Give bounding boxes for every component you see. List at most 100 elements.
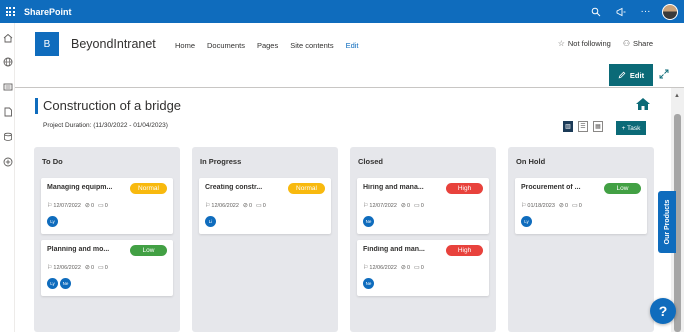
task-title[interactable]: Hiring and mana... [363,184,443,191]
site-logo[interactable]: B [35,32,59,56]
task-card[interactable]: Managing equipm... Normal ⚐12/07/2022 ⊘0… [41,178,173,234]
edit-page-button[interactable]: Edit [609,64,653,86]
assignees: Ly [47,216,58,227]
task-title[interactable]: Managing equipm... [47,184,127,191]
comment-icon: ▭ [256,203,262,209]
task-meta: ⚐01/18/2023 ⊘0 ▭0 [521,202,582,209]
home-icon[interactable] [2,32,13,43]
our-products-tab[interactable]: Our Products [658,191,676,253]
attachment-count: 0 [406,203,411,209]
app-name[interactable]: SharePoint [24,7,72,17]
share-icon: ⚇ [622,39,630,48]
task-title[interactable]: Planning and mo... [47,246,127,253]
add-task-button[interactable]: + Task [616,121,646,135]
nav-home[interactable]: Home [175,41,195,50]
priority-badge: Normal [288,183,325,194]
view-switcher: ▥ ☰ ▦ [563,121,603,132]
assignees: Li [205,216,216,227]
task-date: 12/06/2022 [369,265,397,271]
attachment-count: 0 [406,265,411,271]
column-in-progress: In Progress Creating constr... Normal ⚐1… [192,147,338,332]
attachment-count: 0 [564,203,569,209]
waffle-icon[interactable] [0,0,20,23]
board-view-icon[interactable]: ▥ [563,121,573,132]
priority-badge: Low [604,183,641,194]
calendar-view-icon[interactable]: ▦ [593,121,603,132]
task-card[interactable]: Hiring and mana... High ⚐12/07/2022 ⊘0 ▭… [357,178,489,234]
task-card[interactable]: Finding and man... High ⚐12/06/2022 ⊘0 ▭… [357,240,489,296]
project-duration: Project Duration: (11/30/2022 - 01/04/20… [43,122,168,129]
comment-icon: ▭ [98,203,104,209]
suite-bar: SharePoint ··· [0,0,684,23]
task-title[interactable]: Finding and man... [363,246,443,253]
comment-icon: ▭ [414,265,420,271]
share-button[interactable]: ⚇ Share [623,39,653,48]
task-title[interactable]: Procurement of ... [521,184,601,191]
flag-icon: ⚐ [363,265,369,271]
task-date: 12/06/2022 [211,203,239,209]
task-meta: ⚐12/06/2022 ⊘0 ▭0 [47,264,108,271]
comment-count: 0 [420,265,424,271]
user-avatar[interactable] [662,3,678,20]
column-to-do: To Do Managing equipm... Normal ⚐12/07/2… [34,147,180,332]
column-on-hold: On Hold Procurement of ... Low ⚐01/18/20… [508,147,654,332]
follow-button[interactable]: ☆ Not following [558,39,611,48]
attachment-icon: ⊘ [400,203,406,209]
task-title[interactable]: Creating constr... [205,184,285,191]
priority-badge: Normal [130,183,167,194]
assignee-avatar[interactable]: Ly [47,278,58,289]
help-icon[interactable] [583,0,608,23]
comment-icon: ▭ [414,203,420,209]
assignee-avatar[interactable]: Ne [363,278,374,289]
create-icon[interactable] [2,156,13,167]
site-header: B BeyondIntranet Home Documents Pages Si… [15,23,684,66]
more-icon[interactable]: ··· [633,0,658,23]
star-icon: ☆ [557,39,565,48]
globe-icon[interactable] [2,56,13,67]
edit-page-label: Edit [629,70,645,80]
list-view-icon[interactable]: ☰ [578,121,588,132]
column-title: Closed [358,157,384,166]
nav-site-contents[interactable]: Site contents [290,41,333,50]
task-date: 12/06/2022 [53,265,81,271]
assignee-avatar[interactable]: Ne [60,278,71,289]
megaphone-icon[interactable] [608,0,633,23]
attachment-count: 0 [90,203,95,209]
assignees: Ne [363,216,374,227]
task-card[interactable]: Procurement of ... Low ⚐01/18/2023 ⊘0 ▭0… [515,178,647,234]
document-icon[interactable] [2,106,13,117]
assignee-avatar[interactable]: Ne [363,216,374,227]
task-date: 12/07/2022 [369,203,397,209]
list-icon[interactable] [2,131,13,142]
assignee-avatar[interactable]: Li [205,216,216,227]
nav-documents[interactable]: Documents [207,41,245,50]
comment-count: 0 [104,203,108,209]
attachment-icon: ⊘ [558,203,564,209]
site-title[interactable]: BeyondIntranet [71,37,156,51]
task-card[interactable]: Planning and mo... Low ⚐12/06/2022 ⊘0 ▭0… [41,240,173,296]
task-card[interactable]: Creating constr... Normal ⚐12/06/2022 ⊘0… [199,178,331,234]
flag-icon: ⚐ [47,203,53,209]
flag-icon: ⚐ [205,203,211,209]
attachment-icon: ⊘ [400,265,406,271]
nav-edit[interactable]: Edit [346,41,359,50]
news-icon[interactable] [2,81,13,92]
help-button[interactable]: ? [650,298,676,324]
pencil-icon [618,71,626,79]
flag-icon: ⚐ [521,203,527,209]
scroll-up-icon[interactable]: ▲ [674,93,680,99]
comment-icon: ▭ [572,203,578,209]
task-date: 12/07/2022 [53,203,81,209]
share-label: Share [632,39,653,48]
comment-count: 0 [262,203,266,209]
assignee-avatar[interactable]: Ly [47,216,58,227]
assignee-avatar[interactable]: Ly [521,216,532,227]
command-bar: Edit [15,64,684,88]
expand-icon[interactable] [659,69,669,82]
column-title: On Hold [516,157,546,166]
nav-pages[interactable]: Pages [257,41,278,50]
project-home-icon[interactable] [635,97,651,111]
page-content: Construction of a bridge Project Duratio… [15,88,684,332]
column-title: To Do [42,157,63,166]
assignees: Ly [521,216,532,227]
